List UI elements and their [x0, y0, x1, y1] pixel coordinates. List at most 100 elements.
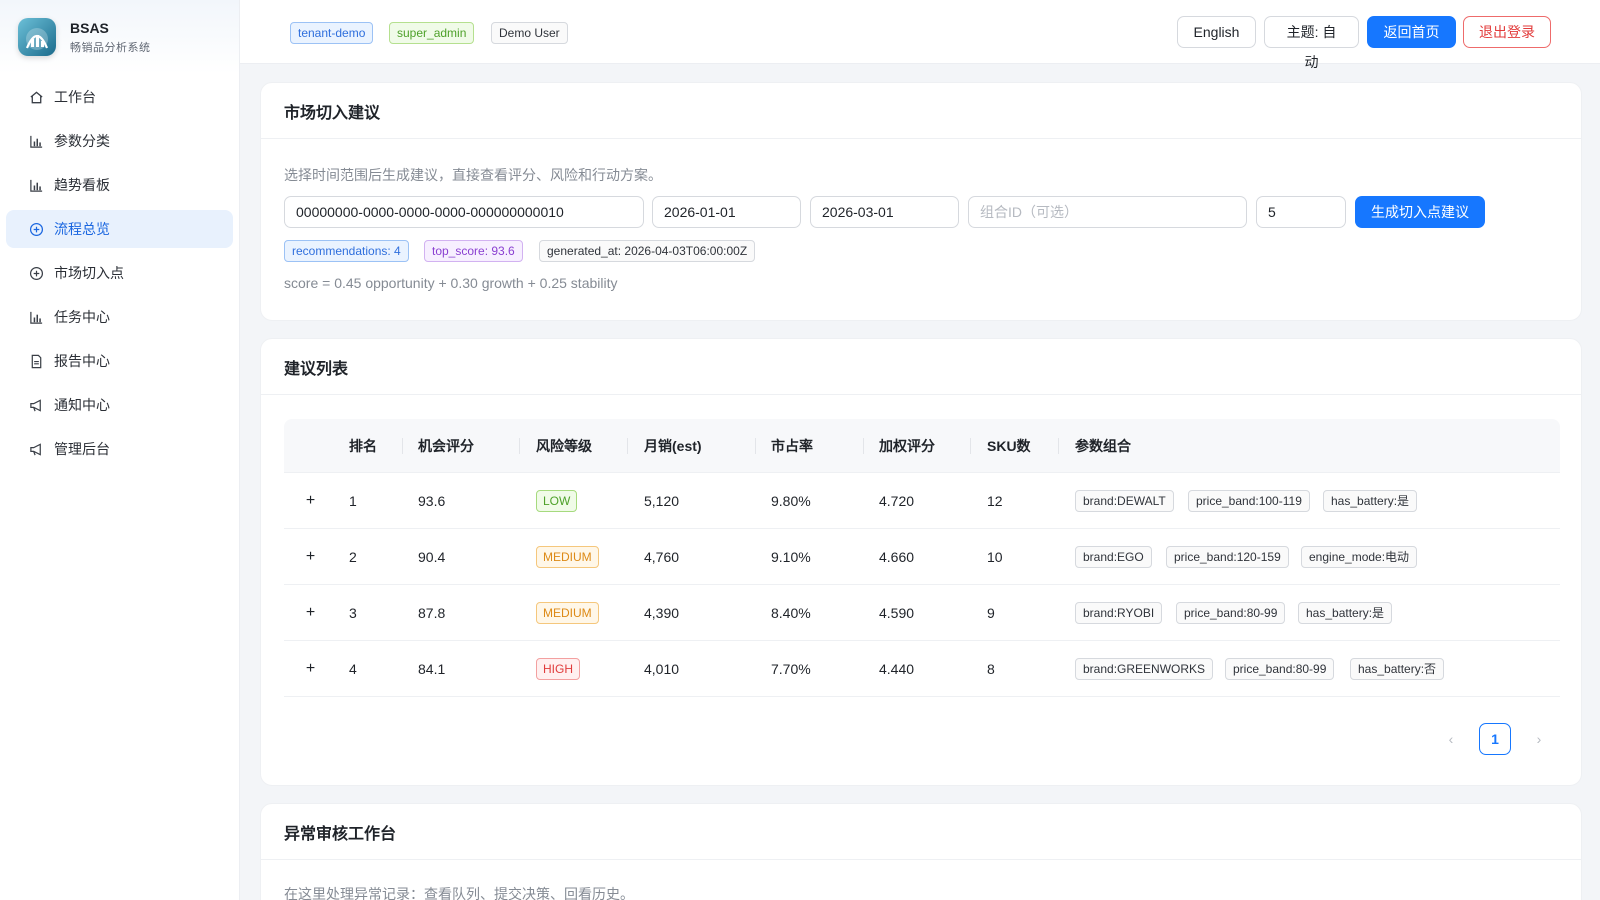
sidebar-item-admin[interactable]: 管理后台: [6, 430, 233, 468]
bar-chart-icon: [28, 133, 44, 149]
col-rank: 排名: [349, 438, 377, 454]
cell-sku: 10: [987, 549, 1003, 565]
param-tag: price_band:80-99: [1176, 602, 1286, 624]
param-tag: brand:DEWALT: [1075, 490, 1174, 512]
card-title: 市场切入建议: [261, 83, 1581, 139]
cell-weighted: 4.720: [879, 493, 915, 509]
home-button[interactable]: 返回首页: [1367, 16, 1456, 48]
sidebar-item-market-entry[interactable]: 市场切入点: [6, 254, 233, 292]
sidebar-item-label: 报告中心: [54, 353, 110, 369]
cell-rank: 1: [349, 493, 357, 509]
cell-rank: 2: [349, 549, 357, 565]
table-row: + 2 90.4 MEDIUM 4,760 9.10% 4.660 10 bra…: [284, 529, 1560, 585]
suggestion-list-card: 建议列表 排名 机会评分 风险等级 月销(est) 市占率 加权评分 SKU数 …: [260, 338, 1582, 786]
sidebar-item-trend-board[interactable]: 趋势看板: [6, 166, 233, 204]
sidebar: BSAS 畅销品分析系统 工作台 参数分类 趋势看板 流程总览 市场切入点 任务…: [0, 0, 240, 900]
cell-opportunity: 87.8: [418, 605, 446, 621]
col-opportunity: 机会评分: [418, 438, 474, 454]
sidebar-item-workbench[interactable]: 工作台: [6, 78, 233, 116]
risk-badge: MEDIUM: [536, 602, 599, 624]
megaphone-icon: [28, 441, 44, 457]
user-tag: Demo User: [491, 22, 568, 44]
cell-share: 9.10%: [771, 549, 811, 565]
table-row: + 1 93.6 LOW 5,120 9.80% 4.720 12 brand:…: [284, 473, 1560, 529]
app-name: BSAS: [70, 19, 109, 36]
generate-suggestion-button[interactable]: 生成切入点建议: [1355, 196, 1485, 228]
start-date-input[interactable]: 2026-01-01: [652, 196, 801, 228]
row-expand-button[interactable]: +: [302, 548, 319, 565]
col-monthly-sales: 月销(est): [644, 438, 702, 454]
pagination: ‹ 1 ›: [1439, 723, 1551, 755]
sidebar-item-label: 流程总览: [54, 221, 110, 237]
col-risk: 风险等级: [536, 438, 592, 454]
cell-rank: 4: [349, 661, 357, 677]
sidebar-nav: 工作台 参数分类 趋势看板 流程总览 市场切入点 任务中心 报告中心 通知中心 …: [0, 78, 239, 468]
recommendations-tag: recommendations: 4: [284, 240, 409, 262]
sidebar-item-label: 趋势看板: [54, 177, 110, 193]
col-params: 参数组合: [1075, 438, 1131, 454]
tenant-id-input[interactable]: 00000000-0000-0000-0000-000000000010: [284, 196, 644, 228]
param-tag: has_battery:否: [1350, 658, 1445, 680]
card-hint: 在这里处理异常记录：查看队列、提交决策、回看历史。: [284, 886, 634, 900]
risk-badge: HIGH: [536, 658, 580, 680]
app-subtitle: 畅销品分析系统: [70, 41, 151, 54]
score-formula: score = 0.45 opportunity + 0.30 growth +…: [284, 275, 618, 291]
row-expand-button[interactable]: +: [302, 604, 319, 621]
combo-id-input[interactable]: 组合ID（可选）: [968, 196, 1247, 228]
param-tag: price_band:80-99: [1225, 658, 1335, 680]
row-expand-button[interactable]: +: [302, 660, 319, 677]
sidebar-item-task-center[interactable]: 任务中心: [6, 298, 233, 336]
col-share: 市占率: [771, 438, 813, 454]
cell-opportunity: 90.4: [418, 549, 446, 565]
card-title: 建议列表: [261, 339, 1581, 395]
cell-weighted: 4.440: [879, 661, 915, 677]
tenant-tag: tenant-demo: [290, 22, 374, 44]
theme-button[interactable]: 主题: 自动: [1264, 16, 1359, 70]
role-tag: super_admin: [389, 22, 475, 44]
param-tag: engine_mode:电动: [1301, 546, 1418, 568]
plus-circle-icon: [28, 265, 44, 281]
sidebar-item-flow-overview[interactable]: 流程总览: [6, 210, 233, 248]
table-row: + 4 84.1 HIGH 4,010 7.70% 4.440 8 brand:…: [284, 641, 1560, 697]
suggestion-table: 排名 机会评分 风险等级 月销(est) 市占率 加权评分 SKU数 参数组合 …: [284, 419, 1560, 697]
sidebar-item-notification-center[interactable]: 通知中心: [6, 386, 233, 424]
cell-monthly-sales: 5,120: [644, 493, 680, 509]
param-tag: brand:RYOBI: [1075, 602, 1163, 624]
sidebar-item-report-center[interactable]: 报告中心: [6, 342, 233, 380]
top-score-tag: top_score: 93.6: [424, 240, 523, 262]
plus-circle-icon: [28, 221, 44, 237]
risk-badge: MEDIUM: [536, 546, 599, 568]
logout-button[interactable]: 退出登录: [1463, 16, 1551, 48]
home-icon: [28, 89, 44, 105]
market-entry-card: 市场切入建议 选择时间范围后生成建议，直接查看评分、风险和行动方案。 00000…: [260, 82, 1582, 321]
risk-badge: LOW: [536, 490, 578, 512]
cell-weighted: 4.660: [879, 549, 915, 565]
exception-review-card: 异常审核工作台 在这里处理异常记录：查看队列、提交决策、回看历史。: [260, 803, 1582, 900]
cell-share: 7.70%: [771, 661, 811, 677]
sidebar-item-label: 任务中心: [54, 309, 110, 325]
param-tag: brand:EGO: [1075, 546, 1152, 568]
sidebar-item-label: 管理后台: [54, 441, 110, 457]
end-date-input[interactable]: 2026-03-01: [810, 196, 959, 228]
cell-share: 8.40%: [771, 605, 811, 621]
sidebar-item-label: 通知中心: [54, 397, 110, 413]
card-title: 异常审核工作台: [261, 804, 1581, 860]
cell-monthly-sales: 4,010: [644, 661, 680, 677]
megaphone-icon: [28, 397, 44, 413]
language-button[interactable]: English: [1177, 16, 1256, 48]
sidebar-item-param-category[interactable]: 参数分类: [6, 122, 233, 160]
table-header: 排名 机会评分 风险等级 月销(est) 市占率 加权评分 SKU数 参数组合: [284, 419, 1560, 473]
table-row: + 3 87.8 MEDIUM 4,390 8.40% 4.590 9 bran…: [284, 585, 1560, 641]
cell-rank: 3: [349, 605, 357, 621]
page-number-button[interactable]: 1: [1479, 723, 1511, 755]
cell-monthly-sales: 4,390: [644, 605, 680, 621]
cell-share: 9.80%: [771, 493, 811, 509]
prev-page-button[interactable]: ‹: [1439, 727, 1463, 751]
row-expand-button[interactable]: +: [302, 492, 319, 509]
col-sku: SKU数: [987, 438, 1031, 454]
top-n-input[interactable]: 5: [1256, 196, 1346, 228]
bar-chart-icon: [28, 309, 44, 325]
cell-sku: 9: [987, 605, 995, 621]
next-page-button[interactable]: ›: [1527, 727, 1551, 751]
file-icon: [28, 353, 44, 369]
